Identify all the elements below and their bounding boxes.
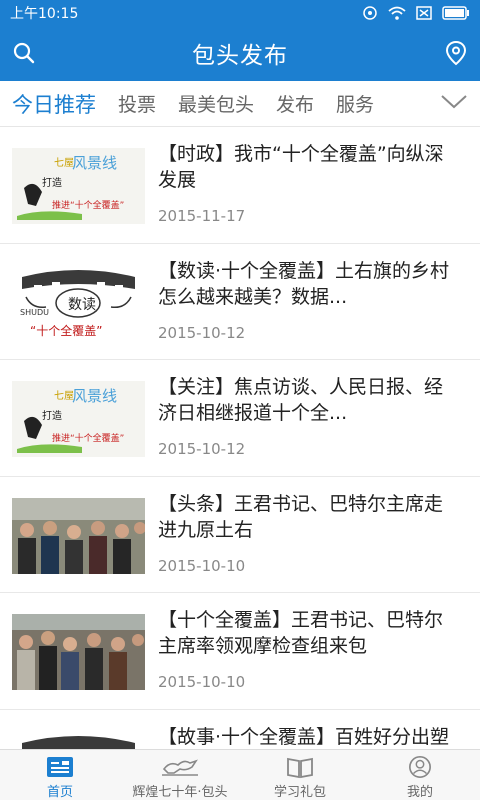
news-title: 【故事·十个全覆盖】百姓好分出塑云旺：田先金送行孟... (158, 725, 450, 748)
news-title: 【关注】焦点访谈、人民日报、经济日相继报道十个全... (158, 376, 444, 424)
scenic-poster-image: 风景线 七屋 打造 推进“十个全覆盖” (12, 381, 145, 457)
chevron-down-icon (441, 95, 467, 109)
news-title: 【数读·十个全覆盖】土右旗的乡村怎么越来越美？数据... (158, 259, 450, 308)
tabbar-label: 首页 (46, 785, 73, 800)
tab-vote[interactable]: 投票 (118, 90, 156, 117)
home-news-icon (47, 757, 73, 777)
alarm-icon (363, 5, 377, 20)
wifi-icon (388, 6, 406, 20)
app-header: 包头发布 (0, 25, 480, 81)
svg-text:推进“十个全覆盖”: 推进“十个全覆盖” (52, 432, 124, 444)
tabbar-home[interactable]: 首页 (0, 750, 120, 800)
news-thumbnail: 风景线 七屋 打造 推进“十个全覆盖” (12, 381, 145, 457)
news-title: 【十个全覆盖】王君书记、巴特尔主席率领观摩检查组来包 (158, 609, 444, 657)
svg-text:风景线: 风景线 (72, 387, 117, 405)
news-thumbnail: 风景线 七屋 打造 推进“十个全覆盖” (12, 148, 145, 224)
shudu-logo-image (12, 730, 145, 749)
scenic-poster-image: 风景线 七屋 打造 推进“十个全覆盖” (12, 148, 145, 224)
news-date: 2015-10-10 (158, 556, 246, 575)
location-button[interactable] (438, 35, 474, 71)
svg-text:“十个全覆盖”: “十个全覆盖” (30, 323, 102, 338)
tab-publish[interactable]: 发布 (276, 90, 314, 117)
tab-today[interactable]: 今日推荐 (12, 89, 96, 119)
tabbar-seventy-years[interactable]: 辉煌七十年·包头 (120, 750, 240, 800)
status-time: 上午10:15 (10, 5, 79, 22)
svg-text:风景线: 风景线 (72, 154, 117, 172)
crowd-photo-image (12, 614, 145, 690)
category-tabs: 今日推荐 投票 最美包头 发布 服务 (0, 81, 480, 127)
news-list: 风景线 七屋 打造 推进“十个全覆盖” 【时政】我市“十个全覆盖”向纵深发展 2… (0, 127, 480, 749)
news-item[interactable]: 【故事·十个全覆盖】百姓好分出塑云旺：田先金送行孟... (0, 710, 480, 749)
news-date: 2015-11-17 (158, 207, 246, 225)
svg-text:打造: 打造 (42, 176, 62, 189)
search-icon (13, 42, 35, 64)
news-title: 【时政】我市“十个全覆盖”向纵深发展 (158, 143, 444, 191)
bottom-tab-bar: 首页 辉煌七十年·包头 学习礼包 我的 (0, 749, 480, 800)
news-thumbnail (12, 730, 145, 749)
news-date: 2015-10-12 (158, 323, 246, 342)
status-icons (362, 5, 470, 21)
battery-icon (442, 5, 469, 20)
user-icon (409, 756, 431, 778)
tabbar-label: 我的 (406, 785, 433, 800)
svg-text:SHUDU: SHUDU (20, 308, 49, 317)
svg-text:数读: 数读 (68, 296, 96, 313)
search-button[interactable] (6, 35, 42, 71)
news-thumbnail: SHUDU 数读 “十个全覆盖” (12, 264, 145, 341)
tab-beautiful-baotou[interactable]: 最美包头 (178, 90, 254, 117)
location-pin-icon (445, 40, 467, 66)
svg-text:推进“十个全覆盖”: 推进“十个全覆盖” (52, 199, 124, 211)
news-item[interactable]: 【头条】王君书记、巴特尔主席走进九原土右 2015-10-10 (0, 477, 480, 593)
news-thumbnail (12, 614, 145, 690)
tab-service[interactable]: 服务 (336, 90, 374, 117)
news-item[interactable]: 【十个全覆盖】王君书记、巴特尔主席率领观摩检查组来包 2015-10-10 (0, 593, 480, 710)
status-bar: 上午10:15 (0, 0, 480, 25)
news-item[interactable]: 风景线 七屋 打造 推进“十个全覆盖” 【关注】焦点访谈、人民日报、经济日相继报… (0, 360, 480, 477)
crowd-photo-image (12, 497, 145, 574)
news-date: 2015-10-10 (158, 673, 246, 691)
tabbar-label: 辉煌七十年·包头 (132, 785, 228, 800)
tabs-expand-button[interactable] (440, 91, 468, 115)
news-title: 【头条】王君书记、巴特尔主席走进九原土右 (158, 492, 444, 541)
svg-text:七屋: 七屋 (54, 157, 74, 169)
news-date: 2015-10-12 (158, 440, 246, 458)
page-title: 包头发布 (192, 43, 288, 69)
news-item[interactable]: 风景线 七屋 打造 推进“十个全覆盖” 【时政】我市“十个全覆盖”向纵深发展 2… (0, 127, 480, 244)
tabbar-mine[interactable]: 我的 (360, 750, 480, 800)
book-icon (287, 757, 313, 779)
tabbar-label: 学习礼包 (273, 785, 326, 800)
svg-text:打造: 打造 (42, 409, 62, 422)
svg-text:七屋: 七屋 (54, 390, 74, 402)
news-thumbnail (12, 497, 145, 574)
news-item[interactable]: SHUDU 数读 “十个全覆盖” 【数读·十个全覆盖】土右旗的乡村怎么越来越美？… (0, 244, 480, 360)
tabbar-study-pack[interactable]: 学习礼包 (240, 750, 360, 800)
horse-icon (162, 759, 198, 776)
sim-off-icon (416, 5, 432, 20)
shudu-logo-image: SHUDU 数读 “十个全覆盖” (12, 264, 145, 341)
